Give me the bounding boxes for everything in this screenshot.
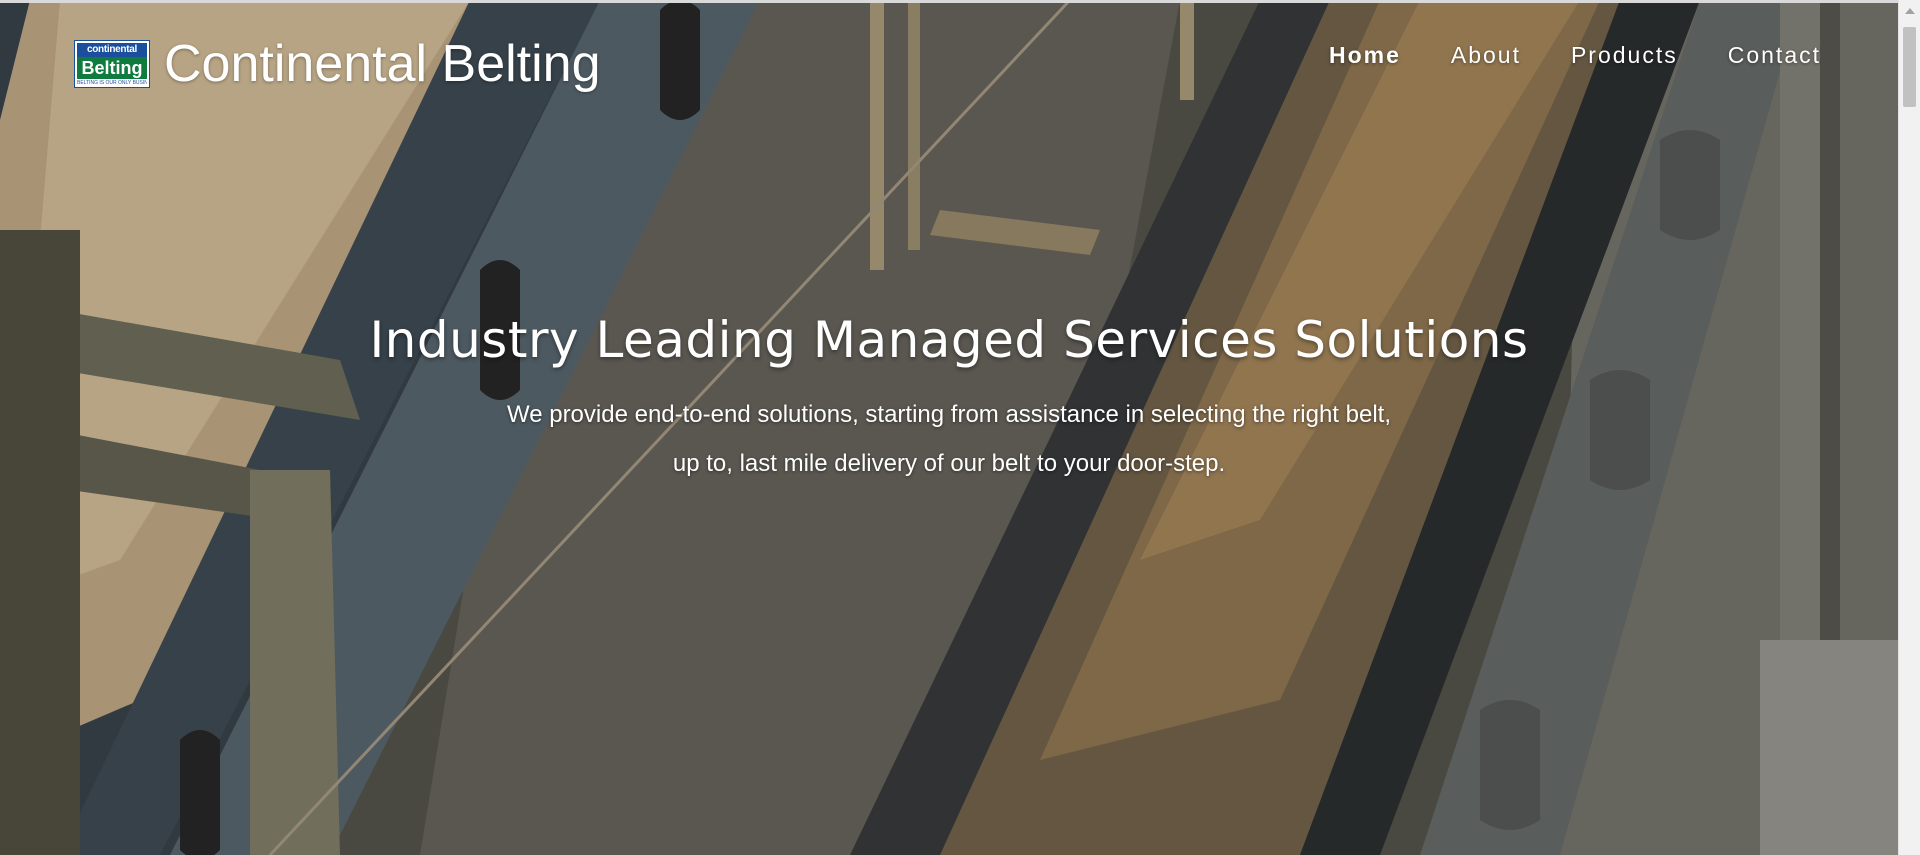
nav-item-home[interactable]: Home xyxy=(1329,40,1401,70)
company-logo[interactable]: continental Belting BELTING IS OUR ONLY … xyxy=(74,40,150,88)
logo-main-text: Belting xyxy=(77,57,147,79)
nav-item-about[interactable]: About xyxy=(1451,40,1521,70)
vertical-scrollbar[interactable] xyxy=(1898,0,1920,855)
logo-top-text: continental xyxy=(77,43,147,57)
hero-subtitle: We provide end-to-end solutions, startin… xyxy=(506,401,1391,477)
site-header: continental Belting BELTING IS OUR ONLY … xyxy=(0,0,1898,110)
hero-section: Industry Leading Managed Services Soluti… xyxy=(0,310,1898,488)
logo-tagline: BELTING IS OUR ONLY BUSINESS xyxy=(77,80,147,86)
nav-item-contact[interactable]: Contact xyxy=(1728,40,1821,70)
scrollbar-thumb[interactable] xyxy=(1903,27,1916,107)
site-title[interactable]: Continental Belting xyxy=(164,36,601,92)
nav-item-products[interactable]: Products xyxy=(1571,40,1678,70)
scroll-up-arrow-icon[interactable] xyxy=(1905,8,1915,14)
main-navigation: Home About Products Contact xyxy=(1279,40,1821,70)
page: continental Belting BELTING IS OUR ONLY … xyxy=(0,0,1920,855)
brand[interactable]: continental Belting BELTING IS OUR ONLY … xyxy=(74,36,601,92)
hero-title: Industry Leading Managed Services Soluti… xyxy=(369,311,1529,369)
